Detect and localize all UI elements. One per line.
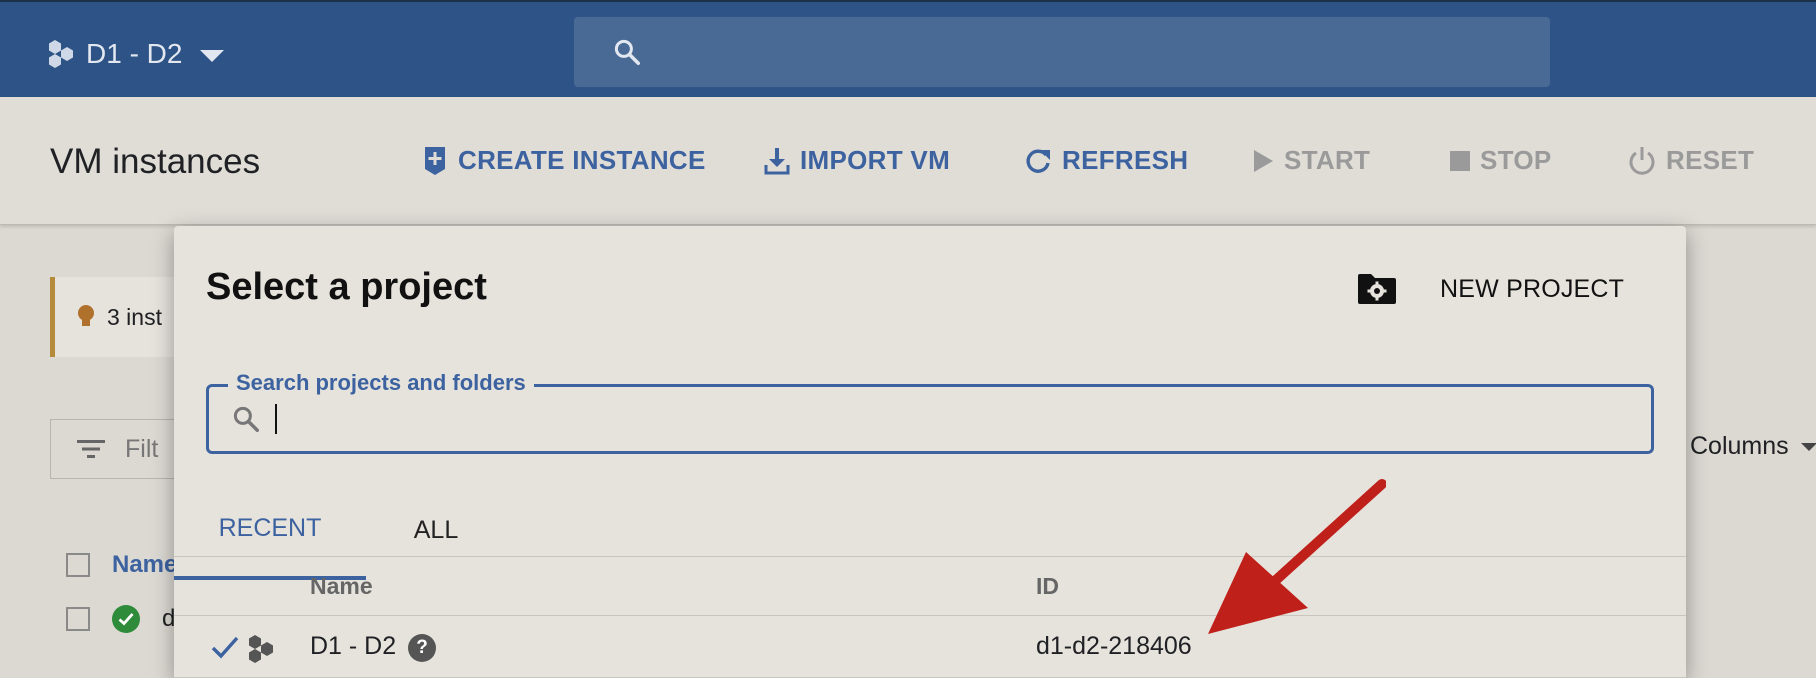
- text-cursor: [275, 404, 277, 434]
- row-checkbox[interactable]: [66, 607, 90, 631]
- columns-label: Columns: [1690, 432, 1789, 460]
- table-row[interactable]: d: [66, 605, 175, 633]
- filter-placeholder: Filt: [125, 434, 159, 463]
- column-header-name[interactable]: Name: [112, 551, 177, 579]
- annotation-arrow-icon: [1196, 476, 1386, 636]
- add-box-icon: [422, 146, 448, 176]
- project-switcher[interactable]: D1 - D2: [46, 32, 225, 76]
- stop-icon: [1450, 150, 1470, 171]
- column-header-name: Name: [310, 572, 373, 599]
- check-circle-icon: [112, 605, 140, 633]
- action-bar: VM instances CREATE INSTANCE IMPORT VM R…: [0, 97, 1816, 225]
- project-hex-icon: [46, 39, 76, 69]
- page-title: VM instances: [50, 142, 261, 181]
- top-bar: D1 - D2: [0, 0, 1816, 97]
- stop-button[interactable]: STOP: [1450, 145, 1552, 176]
- create-instance-label: CREATE INSTANCE: [458, 145, 706, 175]
- chevron-down-icon: [1800, 442, 1816, 451]
- create-instance-button[interactable]: CREATE INSTANCE: [422, 145, 706, 176]
- play-icon: [1252, 149, 1274, 173]
- project-hex-icon: [246, 634, 276, 664]
- project-name-link[interactable]: D1 - D2: [310, 632, 396, 661]
- global-search-input[interactable]: [574, 17, 1550, 87]
- stop-label: STOP: [1480, 145, 1552, 175]
- reset-label: RESET: [1666, 145, 1755, 175]
- columns-button[interactable]: Columns: [1690, 432, 1816, 461]
- dialog-title: Select a project: [206, 266, 487, 308]
- refresh-button[interactable]: REFRESH: [1024, 145, 1188, 176]
- reset-button[interactable]: RESET: [1628, 145, 1754, 176]
- project-table-header: Name ID: [174, 556, 1686, 616]
- folder-settings-icon: [1356, 272, 1398, 306]
- power-icon: [1628, 146, 1656, 176]
- import-vm-label: IMPORT VM: [800, 145, 951, 175]
- start-label: START: [1284, 145, 1371, 175]
- download-icon: [764, 147, 790, 175]
- table-row[interactable]: D1 - D2 ? d1-d2-218406: [174, 616, 1686, 678]
- filter-icon: [77, 439, 105, 459]
- import-vm-button[interactable]: IMPORT VM: [764, 145, 950, 176]
- project-id: d1-d2-218406: [1036, 632, 1192, 660]
- new-project-label: NEW PROJECT: [1440, 274, 1625, 303]
- refresh-label: REFRESH: [1062, 145, 1189, 175]
- search-icon: [231, 404, 261, 434]
- recommendation-text: 3 inst: [107, 303, 162, 330]
- refresh-icon: [1024, 147, 1052, 175]
- search-field-label: Search projects and folders: [228, 370, 534, 396]
- table-header-row: Name: [66, 551, 177, 579]
- search-icon: [612, 37, 642, 67]
- new-project-button[interactable]: NEW PROJECT: [1356, 272, 1624, 306]
- check-icon: [210, 634, 240, 660]
- lightbulb-icon: [77, 304, 95, 330]
- help-icon[interactable]: ?: [408, 634, 436, 662]
- select-all-checkbox[interactable]: [66, 553, 90, 577]
- chevron-down-icon: [200, 50, 225, 62]
- project-switcher-label: D1 - D2: [86, 38, 183, 69]
- start-button[interactable]: START: [1252, 145, 1370, 176]
- select-project-dialog: Select a project NEW PROJECT Search proj…: [174, 226, 1686, 678]
- column-header-id: ID: [1036, 572, 1059, 599]
